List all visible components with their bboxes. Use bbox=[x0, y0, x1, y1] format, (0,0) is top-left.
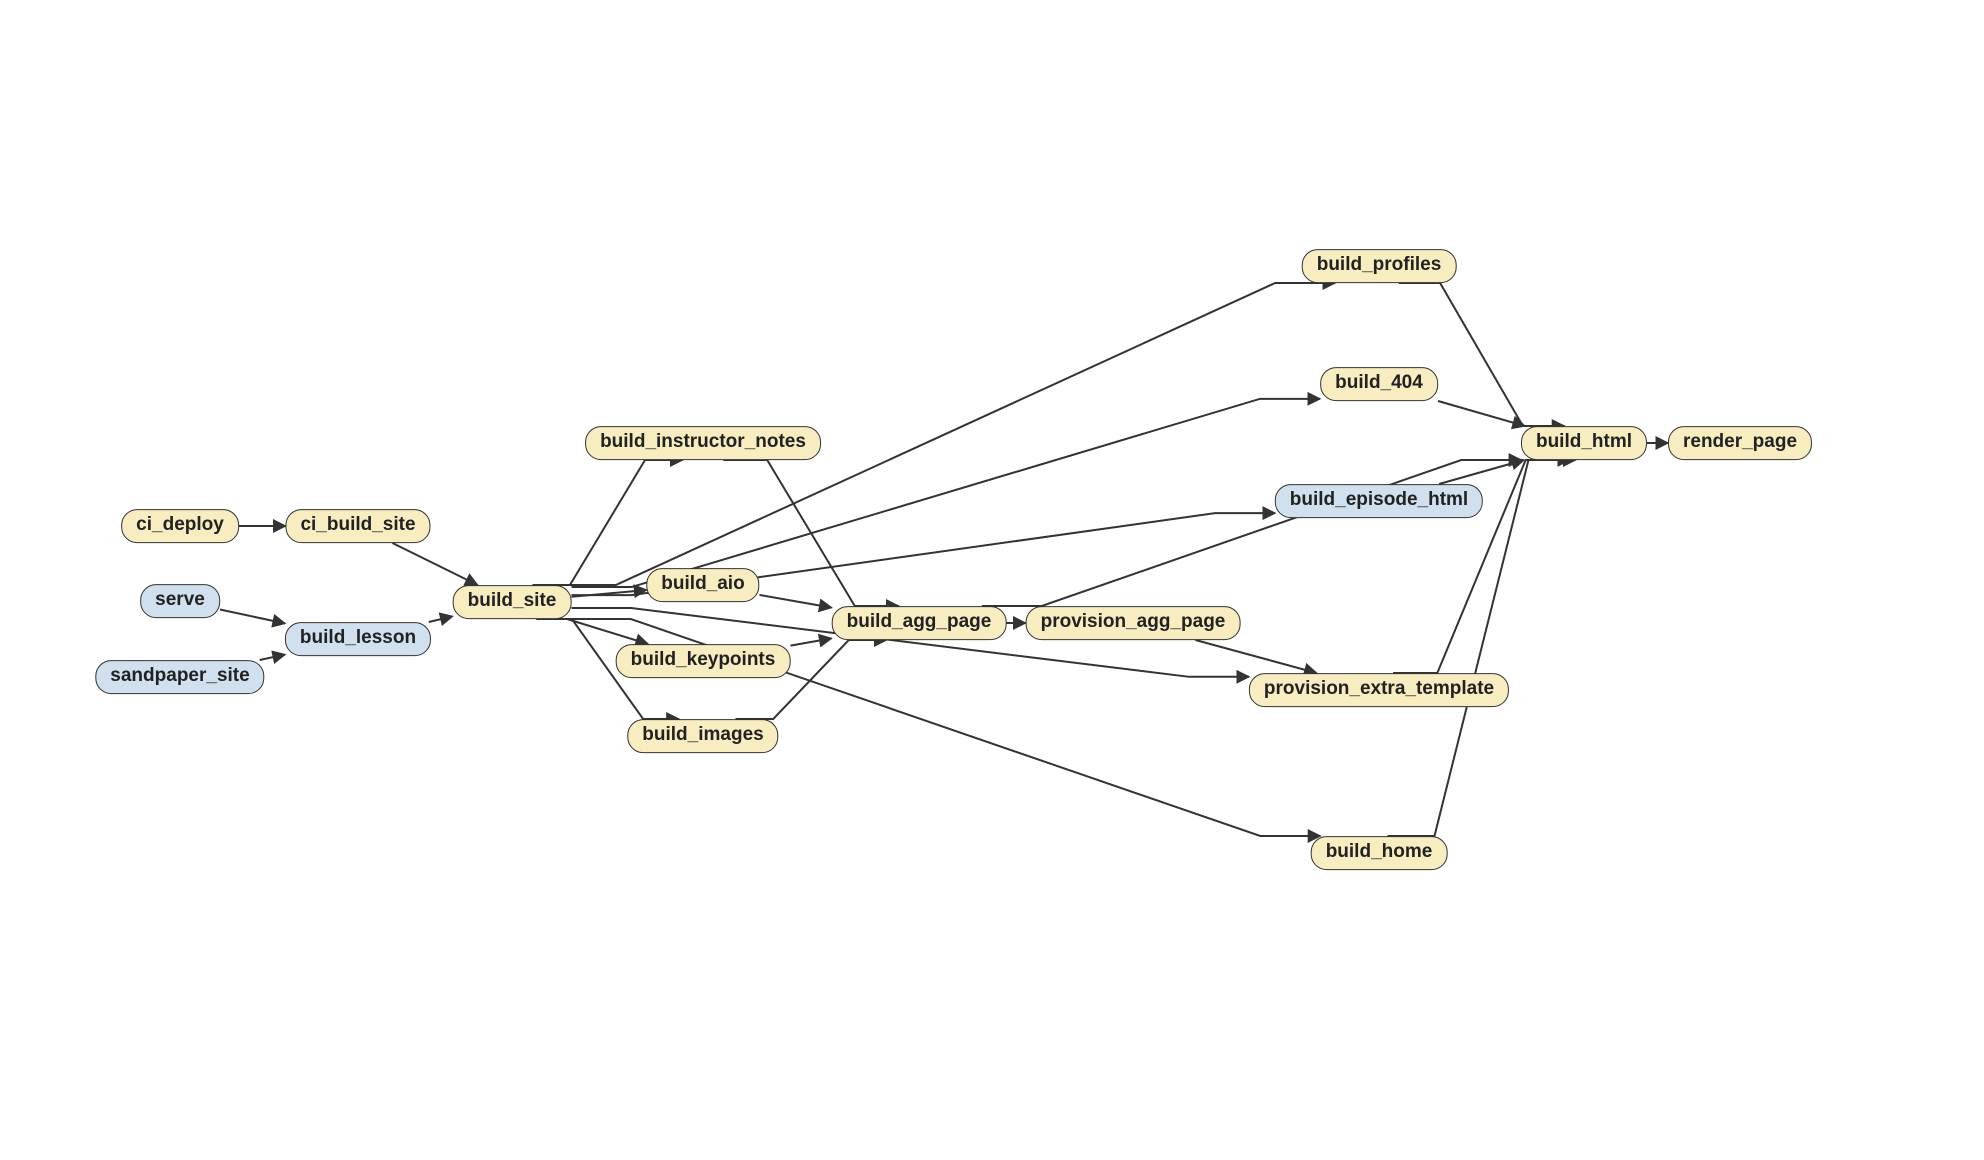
node-provision-agg-page: provision_agg_page bbox=[1026, 606, 1241, 640]
node-ci-build-site: ci_build_site bbox=[285, 509, 430, 543]
edge-build-episode-html-to-build-html bbox=[1439, 460, 1524, 484]
node-sandpaper-site: sandpaper_site bbox=[95, 660, 264, 694]
edges-layer bbox=[0, 0, 1984, 1160]
node-build-episode-html: build_episode_html bbox=[1275, 484, 1483, 518]
edge-build-profiles-to-build-html bbox=[1399, 283, 1565, 426]
edge-serve-to-build-lesson bbox=[220, 610, 285, 624]
node-build-site: build_site bbox=[453, 585, 572, 619]
edge-provision-agg-page-to-provision-extra-template bbox=[1195, 640, 1316, 673]
node-build-images: build_images bbox=[627, 719, 778, 753]
node-build-html: build_html bbox=[1521, 426, 1647, 460]
node-build-lesson: build_lesson bbox=[285, 622, 431, 656]
node-ci-deploy: ci_deploy bbox=[121, 509, 239, 543]
edge-sandpaper-site-to-build-lesson bbox=[260, 655, 285, 660]
node-build-404: build_404 bbox=[1320, 367, 1438, 401]
edge-build-aio-to-build-agg-page bbox=[760, 595, 832, 608]
edge-build-agg-page-to-build-html bbox=[982, 460, 1521, 606]
edge-ci-build-site-to-build-site bbox=[392, 543, 477, 585]
node-provision-extra-template: provision_extra_template bbox=[1249, 673, 1509, 707]
edge-build-site-to-build-instructor-notes bbox=[532, 460, 682, 585]
node-build-keypoints: build_keypoints bbox=[616, 644, 791, 678]
edge-build-site-to-build-aio bbox=[572, 590, 647, 597]
edge-build-site-to-build-keypoints bbox=[567, 619, 648, 644]
node-render-page: render_page bbox=[1668, 426, 1812, 460]
node-build-profiles: build_profiles bbox=[1302, 249, 1457, 283]
node-build-agg-page: build_agg_page bbox=[832, 606, 1007, 640]
edge-build-keypoints-to-build-agg-page bbox=[791, 638, 832, 645]
node-serve: serve bbox=[140, 584, 220, 618]
node-build-home: build_home bbox=[1311, 836, 1448, 870]
edge-build-404-to-build-html bbox=[1438, 401, 1525, 426]
edge-build-lesson-to-build-site bbox=[429, 616, 453, 622]
diagram-canvas: ci_deployserve sandpaper_site ci_build_sit… bbox=[0, 0, 1984, 1160]
node-build-aio: build_aio bbox=[646, 568, 759, 602]
node-build-instructor-notes: build_instructor_notes bbox=[585, 426, 821, 460]
